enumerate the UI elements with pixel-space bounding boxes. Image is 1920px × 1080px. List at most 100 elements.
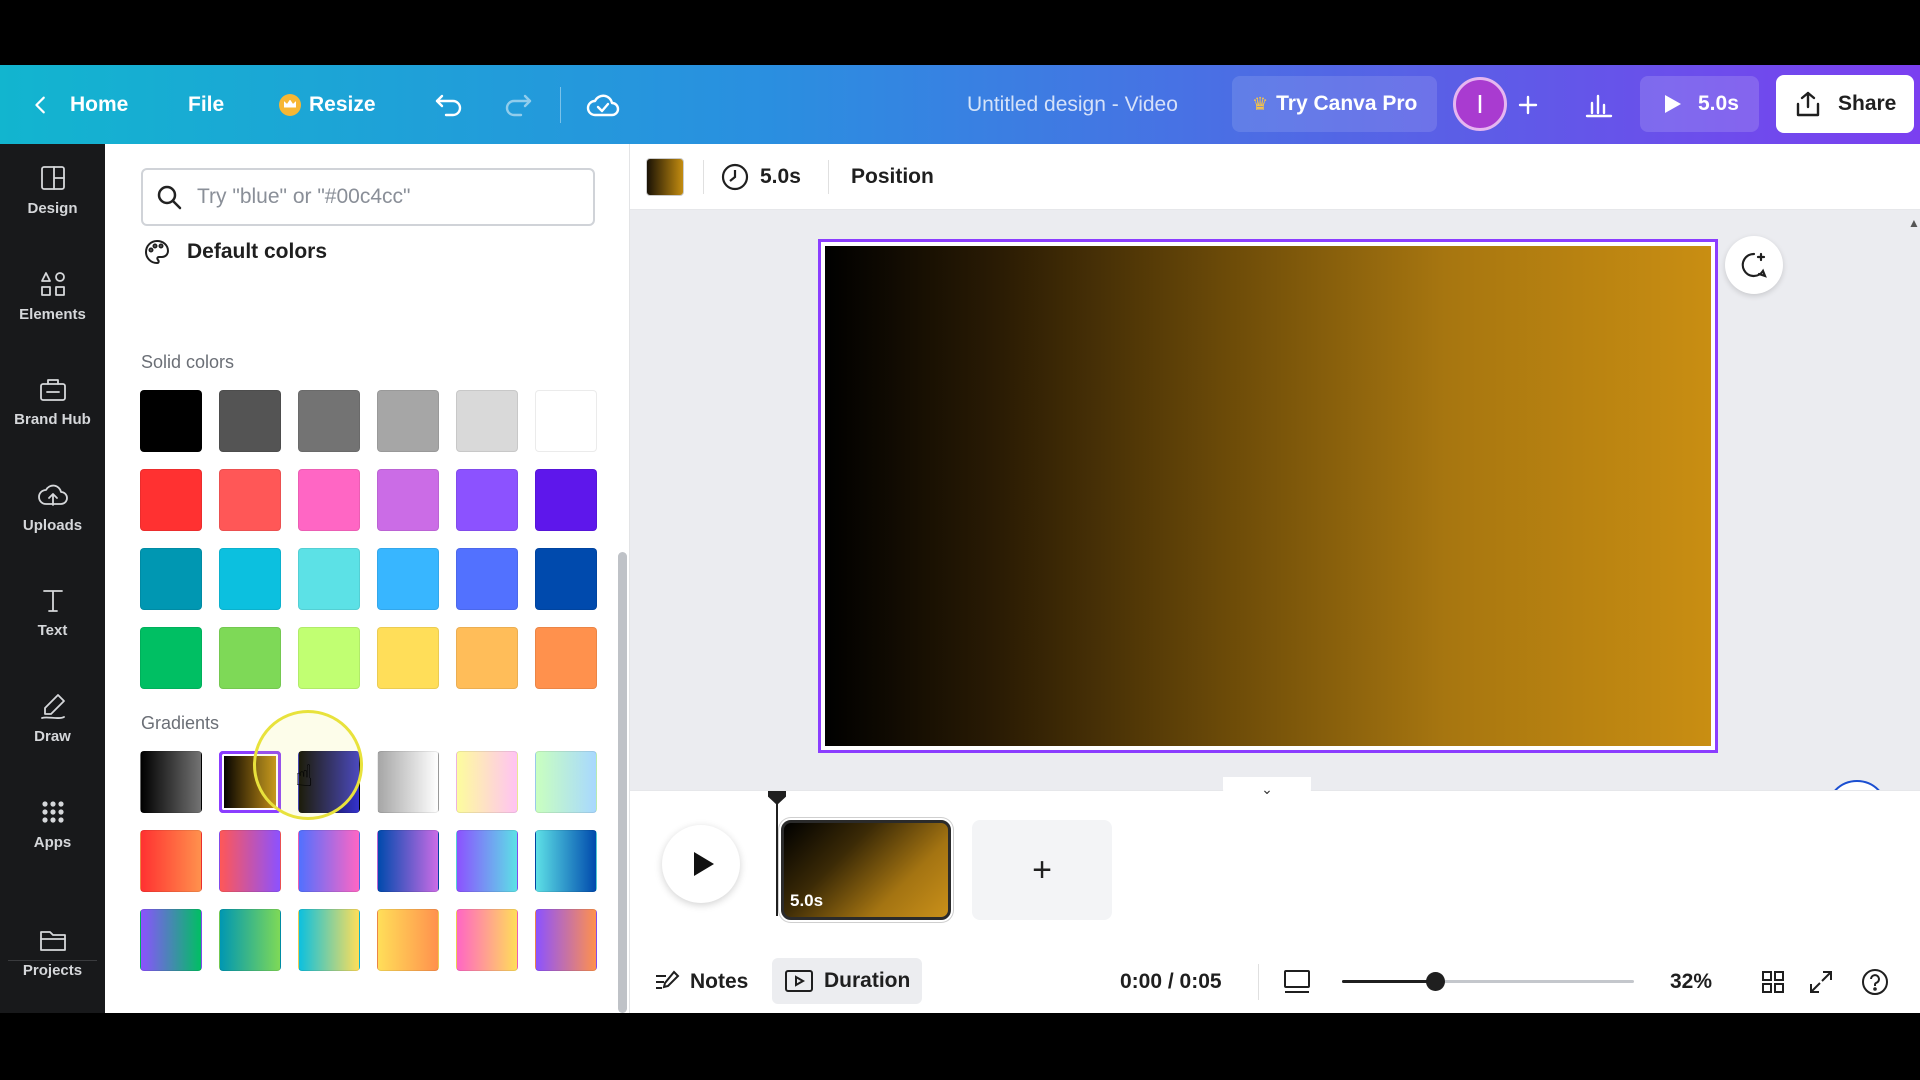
gradient-swatch[interactable] xyxy=(140,909,202,971)
gradient-swatch[interactable] xyxy=(535,830,597,892)
scroll-up-arrow[interactable]: ▲ xyxy=(1908,216,1920,230)
gradient-swatch[interactable] xyxy=(456,909,518,971)
rail-item-uploads[interactable]: Uploads xyxy=(0,461,105,551)
solid-color-swatch[interactable] xyxy=(456,469,518,531)
timeline-play-button[interactable] xyxy=(662,825,740,903)
solid-color-swatch[interactable] xyxy=(535,390,597,452)
toolbar-divider xyxy=(703,160,704,194)
solid-color-swatch[interactable] xyxy=(535,548,597,610)
solid-color-swatch[interactable] xyxy=(140,627,202,689)
gradient-swatch[interactable] xyxy=(377,909,439,971)
rail-item-projects[interactable]: Projects xyxy=(0,906,105,996)
present-button[interactable]: 5.0s xyxy=(1640,76,1759,132)
gradient-swatch[interactable] xyxy=(140,751,202,813)
solid-color-swatch[interactable] xyxy=(298,548,360,610)
solid-color-swatch[interactable] xyxy=(140,548,202,610)
playhead[interactable] xyxy=(776,791,778,916)
share-icon xyxy=(1796,91,1820,117)
solid-color-swatch[interactable] xyxy=(456,390,518,452)
solid-color-swatch[interactable] xyxy=(298,469,360,531)
gradient-swatch[interactable] xyxy=(219,830,281,892)
clip-duration: 5.0s xyxy=(790,891,824,910)
home-button[interactable]: Home xyxy=(30,65,128,144)
solid-color-swatch[interactable] xyxy=(535,627,597,689)
rail-item-elements[interactable]: Elements xyxy=(0,250,105,340)
solid-color-swatch[interactable] xyxy=(140,390,202,452)
gradient-swatch[interactable] xyxy=(298,909,360,971)
timeline-icon xyxy=(785,970,813,992)
notes-button[interactable]: Notes xyxy=(652,950,748,1013)
page-duration-button[interactable]: 5.0s xyxy=(720,144,801,210)
try-canva-pro-button[interactable]: ♛ Try Canva Pro xyxy=(1232,76,1438,132)
insights-button[interactable] xyxy=(1584,65,1614,144)
solid-color-swatch[interactable] xyxy=(456,548,518,610)
design-title[interactable]: Untitled design - Video xyxy=(967,65,1178,144)
notes-label: Notes xyxy=(690,969,749,993)
resize-button[interactable]: Resize xyxy=(279,65,376,144)
solid-color-swatch[interactable] xyxy=(377,627,439,689)
avatar[interactable]: I xyxy=(1453,77,1507,131)
page-view-button[interactable] xyxy=(1282,950,1312,1013)
gradient-background[interactable] xyxy=(825,246,1711,746)
add-page-button[interactable]: + xyxy=(972,820,1112,920)
position-button[interactable]: Position xyxy=(851,144,934,210)
undo-button[interactable] xyxy=(434,65,464,144)
file-menu-button[interactable]: File xyxy=(188,65,224,144)
rail-item-apps[interactable]: Apps xyxy=(0,778,105,868)
gradient-swatch[interactable] xyxy=(456,751,518,813)
share-button[interactable]: Share xyxy=(1776,75,1915,133)
background-color-chip[interactable] xyxy=(646,158,684,196)
invite-button[interactable] xyxy=(1517,65,1539,144)
collapse-timeline-button[interactable]: ⌄ xyxy=(1223,777,1311,801)
solid-color-swatch[interactable] xyxy=(535,469,597,531)
gradient-swatch[interactable] xyxy=(377,751,439,813)
playhead-handle[interactable] xyxy=(768,791,786,805)
solid-color-swatch[interactable] xyxy=(140,469,202,531)
rail-item-design[interactable]: Design xyxy=(0,144,105,234)
panel-scrollbar[interactable] xyxy=(618,552,627,1013)
design-page[interactable] xyxy=(818,239,1718,753)
save-status-button[interactable] xyxy=(586,65,620,144)
try-pro-label: Try Canva Pro xyxy=(1276,92,1418,115)
gradient-swatch[interactable] xyxy=(140,830,202,892)
duration-button[interactable]: Duration xyxy=(772,958,923,1004)
solid-color-swatch[interactable] xyxy=(377,548,439,610)
zoom-slider-fill xyxy=(1342,980,1436,983)
solid-color-swatch[interactable] xyxy=(219,390,281,452)
chevron-down-icon: ⌄ xyxy=(1261,780,1273,797)
gradient-swatch[interactable] xyxy=(377,830,439,892)
timeline: ⌄ 5.0s + xyxy=(630,777,1920,950)
help-button[interactable] xyxy=(1860,950,1890,1013)
gradient-swatch[interactable] xyxy=(219,909,281,971)
zoom-slider[interactable] xyxy=(1342,972,1634,991)
gradient-swatch[interactable] xyxy=(219,751,281,813)
zoom-slider-handle[interactable] xyxy=(1426,972,1446,991)
grid-view-button[interactable] xyxy=(1760,950,1786,1013)
timeline-clip[interactable]: 5.0s xyxy=(781,820,951,920)
play-icon xyxy=(1665,95,1681,113)
solid-color-swatch[interactable] xyxy=(219,548,281,610)
redo-button[interactable] xyxy=(503,65,533,144)
solid-color-swatch[interactable] xyxy=(298,390,360,452)
gradient-swatch[interactable] xyxy=(535,909,597,971)
rail-item-draw[interactable]: Draw xyxy=(0,672,105,762)
home-label: Home xyxy=(70,92,129,116)
solid-color-swatch[interactable] xyxy=(377,469,439,531)
solid-color-swatch[interactable] xyxy=(219,627,281,689)
gradient-swatch[interactable] xyxy=(298,830,360,892)
rail-item-brand-hub[interactable]: Brand Hub xyxy=(0,355,105,445)
fullscreen-button[interactable] xyxy=(1808,950,1834,1013)
solid-color-swatch[interactable] xyxy=(456,627,518,689)
solid-color-swatch[interactable] xyxy=(219,469,281,531)
gradient-swatch[interactable] xyxy=(535,751,597,813)
solid-color-swatch[interactable] xyxy=(377,390,439,452)
zoom-percentage[interactable]: 32% xyxy=(1670,950,1712,1013)
grid-icon xyxy=(1762,970,1784,993)
gradient-swatch[interactable] xyxy=(456,830,518,892)
color-search[interactable] xyxy=(141,168,595,226)
add-comment-button[interactable] xyxy=(1725,236,1783,294)
solid-color-swatch[interactable] xyxy=(298,627,360,689)
rail-item-text[interactable]: Text xyxy=(0,566,105,656)
color-search-input[interactable] xyxy=(197,185,577,209)
gradient-swatch[interactable] xyxy=(298,751,360,813)
